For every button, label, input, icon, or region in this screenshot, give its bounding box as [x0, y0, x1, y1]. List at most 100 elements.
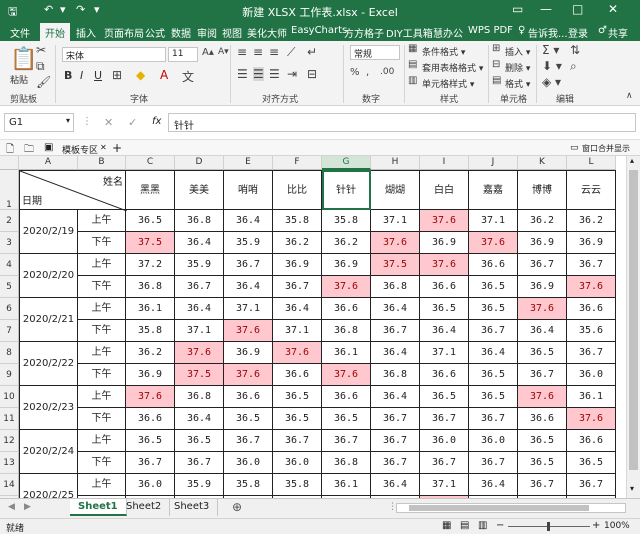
temperature-cell[interactable]: 36.1 — [322, 342, 371, 364]
temperature-cell[interactable]: 36.7 — [420, 408, 469, 430]
temperature-cell[interactable]: 36.7 — [567, 474, 616, 496]
temperature-cell[interactable]: 36.8 — [322, 320, 371, 342]
align-top-icon[interactable]: ≡ — [237, 45, 247, 59]
temperature-cell[interactable]: 37.6 — [518, 386, 567, 408]
temperature-cell[interactable]: 36.0 — [420, 430, 469, 452]
tab-diy-toolbox[interactable]: DIY工具箱 — [386, 25, 433, 40]
comma-icon[interactable]: , — [366, 67, 369, 78]
find-select-icon[interactable]: ⌕ — [570, 59, 577, 74]
temperature-cell[interactable]: 36.7 — [224, 430, 273, 452]
temperature-cell[interactable]: 37.6 — [371, 232, 420, 254]
template-tab[interactable]: 模板专区 — [62, 143, 98, 156]
sort-filter-icon[interactable]: ⇅ — [570, 43, 580, 57]
temperature-cell[interactable]: 36.6 — [469, 254, 518, 276]
column-header-g[interactable]: G — [322, 156, 371, 170]
name-header-cell[interactable]: 嘉嘉 — [469, 170, 518, 210]
percent-icon[interactable]: % — [350, 67, 360, 78]
temperature-cell[interactable]: 36.4 — [371, 298, 420, 320]
delete-cells-button[interactable]: 删除 ▾ — [505, 61, 530, 74]
row-header-7[interactable]: 7 — [0, 320, 19, 342]
date-cell[interactable]: 2020/2/20 — [19, 254, 78, 298]
am-label-cell[interactable]: 上午 — [78, 210, 126, 232]
clear-icon[interactable]: ◈ ▾ — [542, 75, 561, 89]
font-size-select[interactable]: 11 — [168, 47, 198, 62]
align-left-icon[interactable]: ☰ — [237, 67, 248, 81]
align-bottom-icon[interactable]: ≡ — [269, 45, 279, 59]
temperature-cell[interactable]: 36.7 — [371, 430, 420, 452]
temperature-cell[interactable]: 35.9 — [224, 232, 273, 254]
temperature-cell[interactable]: 36.5 — [469, 364, 518, 386]
normal-view-icon[interactable]: ▦ — [442, 520, 451, 531]
row-header-14[interactable]: 14 — [0, 474, 19, 496]
temperature-cell[interactable]: 36.0 — [567, 364, 616, 386]
pm-label-cell[interactable]: 下午 — [78, 320, 126, 342]
am-label-cell[interactable]: 上午 — [78, 298, 126, 320]
temperature-cell[interactable]: 36.8 — [371, 276, 420, 298]
temperature-cell[interactable]: 37.6 — [273, 342, 322, 364]
temperature-cell[interactable]: 37.6 — [567, 408, 616, 430]
temperature-cell[interactable]: 36.8 — [371, 364, 420, 386]
temperature-cell[interactable]: 36.0 — [126, 474, 175, 496]
temperature-cell[interactable]: 37.6 — [567, 276, 616, 298]
tab-review[interactable]: 审阅 — [197, 25, 217, 40]
zoom-level[interactable]: 100% — [604, 521, 630, 531]
temperature-cell[interactable]: 36.6 — [518, 408, 567, 430]
temperature-cell[interactable]: 36.1 — [322, 474, 371, 496]
conditional-format-button[interactable]: 条件格式 ▾ — [422, 45, 465, 58]
temperature-cell[interactable]: 36.7 — [567, 342, 616, 364]
temperature-cell[interactable]: 36.2 — [322, 232, 371, 254]
format-painter-icon[interactable]: 🖌 — [36, 75, 51, 89]
cell-styles-button[interactable]: 单元格样式 ▾ — [422, 77, 474, 90]
temperature-cell[interactable]: 36.7 — [518, 254, 567, 276]
autosum-icon[interactable]: Σ ▾ — [542, 43, 559, 57]
pm-label-cell[interactable]: 下午 — [78, 232, 126, 254]
temperature-cell[interactable]: 35.8 — [273, 474, 322, 496]
temperature-cell[interactable]: 36.4 — [469, 474, 518, 496]
insert-cells-button[interactable]: 插入 ▾ — [505, 45, 530, 58]
row-header-2[interactable]: 2 — [0, 210, 19, 232]
cancel-icon[interactable]: ✕ — [104, 116, 113, 129]
temperature-cell[interactable]: 37.1 — [175, 320, 224, 342]
column-header-d[interactable]: D — [175, 156, 224, 170]
collapse-ribbon-icon[interactable]: ∧ — [626, 91, 633, 101]
temperature-cell[interactable]: 36.4 — [175, 298, 224, 320]
temperature-cell[interactable]: 35.8 — [322, 210, 371, 232]
temperature-cell[interactable]: 35.9 — [175, 474, 224, 496]
format-as-table-button[interactable]: 套用表格格式 ▾ — [422, 61, 483, 74]
name-header-cell[interactable]: 云云 — [567, 170, 616, 210]
column-header-a[interactable]: A — [19, 156, 78, 170]
italic-button[interactable]: I — [80, 69, 83, 82]
temperature-cell[interactable]: 36.5 — [126, 210, 175, 232]
temperature-cell[interactable]: 36.4 — [371, 386, 420, 408]
temperature-cell[interactable]: 36.4 — [371, 474, 420, 496]
tab-formulas[interactable]: 公式 — [145, 25, 165, 40]
ribbon-display-icon[interactable]: ▭ — [512, 2, 523, 16]
column-header-i[interactable]: I — [420, 156, 469, 170]
tab-easycharts[interactable]: EasyCharts — [291, 25, 347, 36]
temperature-cell[interactable]: 36.9 — [567, 232, 616, 254]
font-color-icon[interactable]: A — [160, 68, 168, 82]
am-label-cell[interactable]: 上午 — [78, 342, 126, 364]
temperature-cell[interactable]: 37.5 — [175, 364, 224, 386]
tab-view[interactable]: 视图 — [222, 25, 242, 40]
page-layout-view-icon[interactable]: ▤ — [460, 520, 469, 531]
temperature-cell[interactable]: 37.6 — [322, 364, 371, 386]
temperature-cell[interactable]: 36.5 — [518, 430, 567, 452]
temperature-cell[interactable]: 37.6 — [518, 298, 567, 320]
temperature-cell[interactable]: 37.6 — [224, 364, 273, 386]
temperature-cell[interactable]: 36.2 — [273, 232, 322, 254]
temperature-cell[interactable]: 36.4 — [273, 298, 322, 320]
horizontal-scrollbar[interactable] — [396, 503, 626, 513]
temperature-cell[interactable]: 36.5 — [126, 430, 175, 452]
temperature-cell[interactable]: 36.5 — [469, 298, 518, 320]
temperature-cell[interactable]: 36.7 — [273, 276, 322, 298]
minimize-icon[interactable]: — — [540, 2, 552, 16]
scroll-down-icon[interactable]: ▾ — [630, 484, 634, 493]
temperature-cell[interactable]: 37.1 — [420, 342, 469, 364]
am-label-cell[interactable]: 上午 — [78, 430, 126, 452]
close-icon[interactable]: ✕ — [608, 2, 618, 16]
orientation-icon[interactable]: ⟋ — [287, 45, 295, 60]
temperature-cell[interactable]: 37.1 — [420, 474, 469, 496]
worksheet-grid[interactable]: ABCDEFGHIJKL1234567891011121314151617姓名日… — [0, 156, 626, 498]
temperature-cell[interactable]: 36.7 — [469, 452, 518, 474]
